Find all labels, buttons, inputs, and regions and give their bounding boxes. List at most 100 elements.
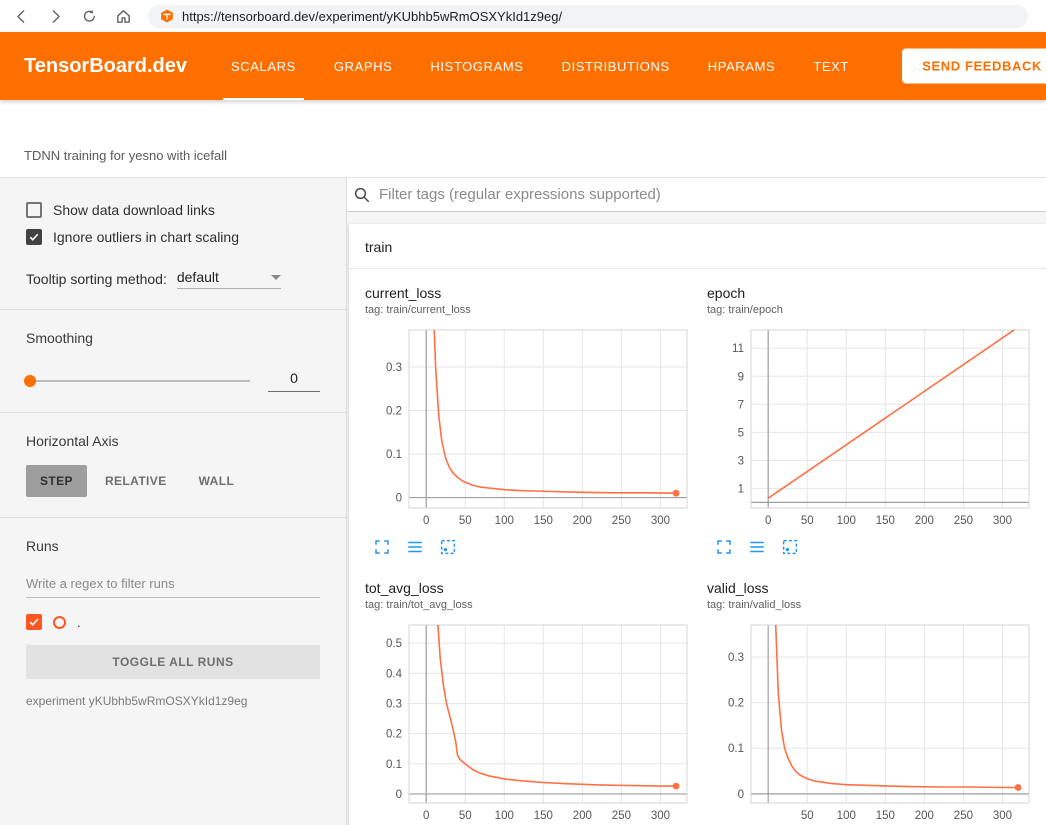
- chart-tag: tag: train/tot_avg_loss: [365, 599, 695, 611]
- chart-title: current_loss: [365, 285, 695, 301]
- svg-text:0.3: 0.3: [386, 698, 402, 710]
- expand-chart-icon[interactable]: [373, 538, 391, 556]
- smoothing-value-field[interactable]: 0: [268, 370, 320, 392]
- tooltip-sorting-row: Tooltip sorting method: default: [26, 269, 320, 289]
- divider: [0, 412, 346, 413]
- tab-graphs[interactable]: GRAPHS: [332, 32, 395, 100]
- tooltip-sorting-value: default: [177, 269, 219, 285]
- svg-text:0.1: 0.1: [728, 743, 744, 755]
- send-feedback-button[interactable]: SEND FEEDBACK: [902, 49, 1046, 84]
- svg-text:100: 100: [495, 810, 514, 822]
- svg-text:0.2: 0.2: [728, 698, 744, 710]
- run-row[interactable]: .: [26, 614, 320, 630]
- svg-text:250: 250: [612, 810, 631, 822]
- svg-text:0.4: 0.4: [386, 668, 403, 680]
- chart-toolbar: [365, 538, 695, 556]
- svg-text:0.3: 0.3: [386, 362, 402, 374]
- runs-label: Runs: [26, 538, 320, 554]
- tab-histograms[interactable]: HISTOGRAMS: [428, 32, 525, 100]
- tab-scalars[interactable]: SCALARS: [229, 32, 298, 100]
- scalar-line-chart[interactable]: 00.10.20.30.40.5050100150200250300: [365, 619, 695, 825]
- home-icon[interactable]: [114, 7, 132, 25]
- run-checkbox[interactable]: [26, 614, 42, 630]
- run-color-swatch: [53, 616, 66, 629]
- svg-text:50: 50: [801, 515, 814, 527]
- svg-text:300: 300: [993, 810, 1012, 822]
- svg-text:100: 100: [495, 515, 514, 527]
- svg-text:200: 200: [915, 515, 934, 527]
- chart-card-epoch: epoch tag: train/epoch 13579110501001502…: [707, 285, 1037, 556]
- data-view-icon[interactable]: [748, 538, 766, 556]
- svg-text:300: 300: [651, 810, 670, 822]
- svg-text:150: 150: [534, 810, 553, 822]
- scalar-line-chart[interactable]: 00.10.20.3050100150200250300: [365, 324, 695, 530]
- svg-text:0: 0: [423, 515, 429, 527]
- svg-text:250: 250: [954, 515, 973, 527]
- train-section-card: train current_loss tag: train/current_lo…: [349, 224, 1046, 825]
- ignore-outliers-checkbox[interactable]: [26, 229, 42, 245]
- svg-text:200: 200: [573, 515, 592, 527]
- expand-chart-icon[interactable]: [715, 538, 733, 556]
- axis-relative-button[interactable]: RELATIVE: [91, 465, 181, 497]
- svg-text:0.1: 0.1: [386, 449, 402, 461]
- svg-text:150: 150: [876, 810, 895, 822]
- svg-text:100: 100: [837, 810, 856, 822]
- content: Show data download links Ignore outliers…: [0, 178, 1046, 825]
- section-title-train[interactable]: train: [349, 224, 1046, 269]
- experiment-description: TDNN training for yesno with icefall: [24, 148, 227, 163]
- svg-text:11: 11: [732, 343, 744, 355]
- chart-card-tot-avg-loss: tot_avg_loss tag: train/tot_avg_loss 00.…: [365, 580, 695, 825]
- tab-distributions[interactable]: DISTRIBUTIONS: [560, 32, 672, 100]
- filter-tags-input[interactable]: [379, 186, 1046, 203]
- tensorboard-favicon: [160, 9, 174, 23]
- back-icon[interactable]: [12, 7, 30, 25]
- horizontal-axis-label: Horizontal Axis: [26, 433, 320, 449]
- chart-toolbar: [707, 538, 1037, 556]
- svg-text:200: 200: [915, 810, 934, 822]
- settings-sidebar: Show data download links Ignore outliers…: [0, 178, 347, 825]
- toggle-all-runs-button[interactable]: TOGGLE ALL RUNS: [26, 645, 320, 679]
- chart-tag: tag: train/current_loss: [365, 304, 695, 316]
- svg-text:50: 50: [801, 810, 814, 822]
- svg-text:300: 300: [993, 515, 1012, 527]
- tab-text[interactable]: TEXT: [811, 32, 851, 100]
- main-panel: train current_loss tag: train/current_lo…: [347, 178, 1046, 825]
- fit-domain-icon[interactable]: [439, 538, 457, 556]
- chart-tag: tag: train/valid_loss: [707, 599, 1037, 611]
- smoothing-slider-row: 0: [26, 370, 320, 392]
- ignore-outliers-label: Ignore outliers in chart scaling: [53, 229, 239, 245]
- svg-text:150: 150: [534, 515, 553, 527]
- tab-hparams[interactable]: HPARAMS: [706, 32, 778, 100]
- svg-text:250: 250: [954, 810, 973, 822]
- tooltip-sorting-select[interactable]: default: [177, 269, 281, 289]
- slider-thumb[interactable]: [24, 375, 36, 387]
- show-download-links-row[interactable]: Show data download links: [26, 202, 320, 218]
- svg-text:5: 5: [738, 427, 744, 439]
- runs-filter-input[interactable]: [26, 572, 320, 598]
- svg-text:1: 1: [738, 483, 744, 495]
- page: https://tensorboard.dev/experiment/yKUbh…: [0, 0, 1046, 825]
- show-download-links-checkbox[interactable]: [26, 202, 42, 218]
- app-header: TensorBoard.dev SCALARS GRAPHS HISTOGRAM…: [0, 32, 1046, 100]
- svg-text:50: 50: [459, 515, 472, 527]
- smoothing-label: Smoothing: [26, 330, 320, 346]
- smoothing-slider[interactable]: [26, 380, 250, 382]
- axis-step-button[interactable]: STEP: [26, 465, 87, 497]
- svg-text:200: 200: [573, 810, 592, 822]
- reload-icon[interactable]: [80, 7, 98, 25]
- svg-text:9: 9: [738, 371, 744, 383]
- run-name: .: [77, 615, 81, 630]
- chart-card-current-loss: current_loss tag: train/current_loss 0 0.…: [365, 285, 695, 556]
- ignore-outliers-row[interactable]: Ignore outliers in chart scaling: [26, 229, 320, 245]
- svg-text:0.5: 0.5: [386, 638, 402, 650]
- address-bar[interactable]: https://tensorboard.dev/experiment/yKUbh…: [148, 5, 1028, 28]
- fit-domain-icon[interactable]: [781, 538, 799, 556]
- scalar-line-chart[interactable]: 00.10.20.350100150200250300: [707, 619, 1037, 825]
- chevron-down-icon: [271, 275, 281, 280]
- data-view-icon[interactable]: [406, 538, 424, 556]
- app-title: TensorBoard.dev: [24, 55, 187, 78]
- forward-icon[interactable]: [46, 7, 64, 25]
- scalar-line-chart[interactable]: 1357911050100150200250300: [707, 324, 1037, 530]
- axis-wall-button[interactable]: WALL: [185, 465, 249, 497]
- chart-title: epoch: [707, 285, 1037, 301]
